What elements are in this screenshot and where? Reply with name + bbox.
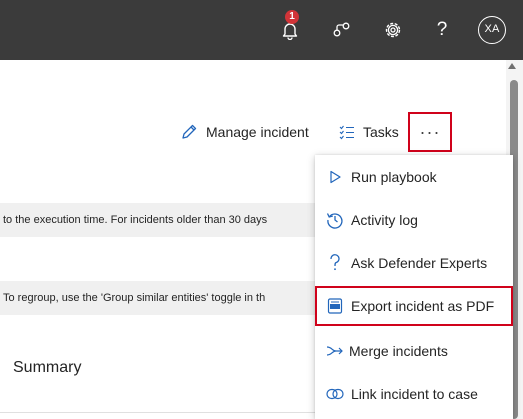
top-navigation-bar: 1 ? XA	[0, 0, 523, 60]
help-glyph: ?	[436, 19, 448, 40]
divider	[0, 412, 315, 413]
info-bar-execution-time: to the execution time. For incidents old…	[0, 203, 330, 237]
avatar[interactable]: XA	[478, 16, 506, 44]
menu-item-label: Ask Defender Experts	[351, 255, 488, 271]
menu-item-run-playbook[interactable]: Run playbook	[315, 157, 513, 197]
menu-item-label: Link incident to case	[351, 386, 478, 402]
history-icon	[325, 210, 345, 230]
summary-tab[interactable]: Summary	[13, 359, 81, 377]
question-icon	[325, 253, 345, 273]
menu-item-ask-defender-experts[interactable]: Ask Defender Experts	[315, 243, 513, 283]
menu-item-export-incident-pdf[interactable]: Export incident as PDF	[315, 286, 513, 326]
menu-item-label: Run playbook	[351, 169, 437, 185]
tasks-button[interactable]: Tasks	[339, 122, 399, 142]
notification-badge: 1	[285, 10, 299, 24]
more-actions-menu: Run playbook Activity log Ask Defender E…	[315, 155, 513, 419]
menu-item-link-incident-to-case[interactable]: Link incident to case	[315, 374, 513, 414]
play-icon	[325, 167, 345, 187]
manage-incident-button[interactable]: Manage incident	[180, 122, 309, 142]
more-actions-button[interactable]: ···	[408, 112, 452, 152]
scroll-up-arrow-icon[interactable]	[508, 63, 516, 69]
tasks-label: Tasks	[363, 124, 399, 140]
menu-item-label: Export incident as PDF	[351, 298, 495, 314]
menu-item-label: Merge incidents	[349, 343, 448, 359]
menu-item-activity-log[interactable]: Activity log	[315, 200, 513, 240]
menu-item-label: Activity log	[351, 212, 418, 228]
manage-incident-label: Manage incident	[206, 124, 309, 140]
info-bar-regroup: To regroup, use the 'Group similar entit…	[0, 281, 330, 315]
link-icon	[325, 384, 345, 404]
menu-item-merge-incidents[interactable]: Merge incidents	[315, 331, 513, 371]
help-icon[interactable]: ?	[430, 18, 454, 42]
pdf-icon	[325, 296, 345, 316]
gear-icon[interactable]	[381, 18, 405, 42]
tasks-list-icon	[339, 124, 355, 140]
pencil-icon	[180, 123, 198, 141]
share-icon[interactable]	[330, 18, 354, 42]
merge-icon	[325, 341, 345, 361]
